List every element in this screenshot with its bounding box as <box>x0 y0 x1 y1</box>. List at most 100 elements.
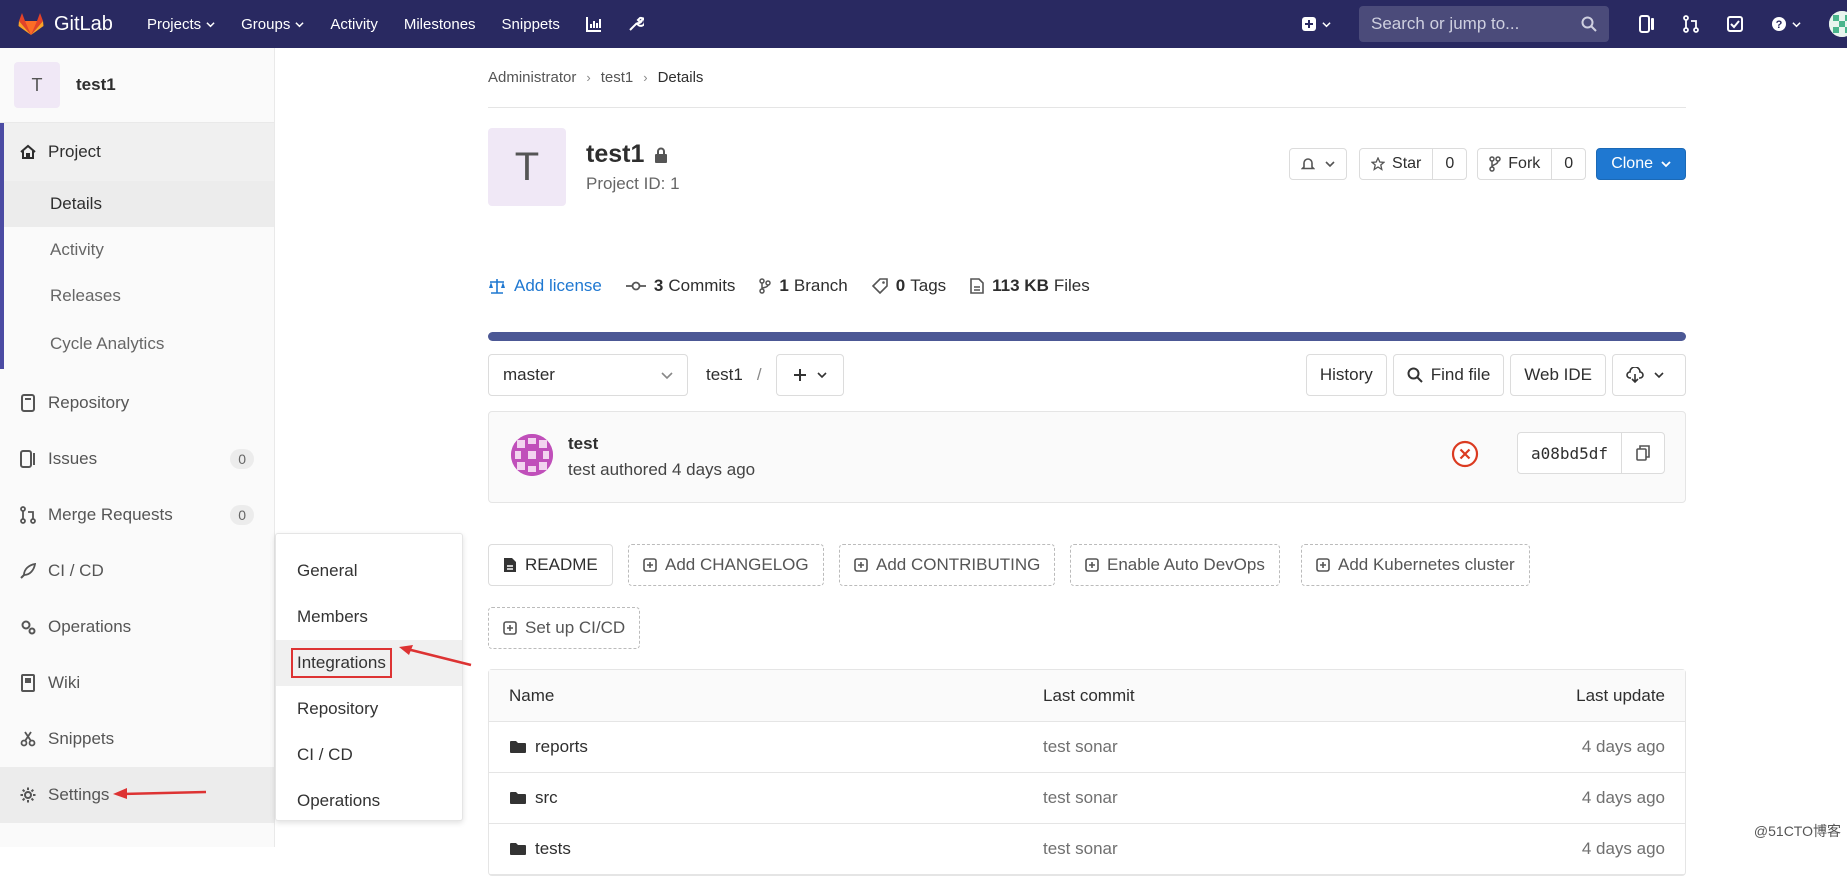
plus-square-icon <box>503 621 517 635</box>
merge-request-icon[interactable] <box>1683 15 1699 33</box>
commits-link[interactable]: 3Commits <box>626 276 736 296</box>
breadcrumb: Administrator › test1 › Details <box>488 48 1686 108</box>
sidebar-item-wiki[interactable]: Wiki <box>0 655 274 711</box>
download-dropdown[interactable] <box>1612 354 1686 396</box>
nav-projects[interactable]: Projects <box>147 0 215 48</box>
user-avatar[interactable] <box>1829 11 1847 37</box>
header-last-commit: Last commit <box>1043 686 1135 706</box>
pipeline-failed-icon[interactable] <box>1451 440 1479 468</box>
flyout-item-general[interactable]: General <box>276 548 462 594</box>
breadcrumb-administrator[interactable]: Administrator <box>488 69 576 86</box>
sidebar-item-issues[interactable]: Issues 0 <box>0 431 274 487</box>
file-icon <box>970 278 984 294</box>
file-name: reports <box>535 737 588 757</box>
flyout-item-repository[interactable]: Repository <box>276 686 462 732</box>
sidebar-item-snippets[interactable]: Snippets <box>0 711 274 767</box>
commit-title[interactable]: test <box>568 434 598 454</box>
todo-icon[interactable] <box>1727 16 1743 32</box>
chart-icon[interactable] <box>586 0 602 48</box>
nav-activity[interactable]: Activity <box>330 0 378 48</box>
sidebar-subitem-details[interactable]: Details <box>4 181 274 227</box>
lock-icon <box>654 147 668 163</box>
commit-icon <box>626 280 646 292</box>
main-content: Administrator › test1 › Details T test1 … <box>488 48 1686 234</box>
sidebar-subitem-cycle-analytics[interactable]: Cycle Analytics <box>4 319 274 369</box>
sidebar-item-merge-requests[interactable]: Merge Requests 0 <box>0 487 274 543</box>
flyout-item-integrations-label: Integrations <box>291 648 392 678</box>
commit-sha[interactable]: a08bd5df <box>1518 433 1622 473</box>
help-icon: ? <box>1771 16 1787 32</box>
branch-name: master <box>503 365 555 385</box>
enable-auto-devops-button[interactable]: Enable Auto DevOps <box>1070 544 1280 586</box>
wrench-icon[interactable] <box>628 0 644 48</box>
scale-icon <box>488 278 506 294</box>
file-name-cell[interactable]: reports <box>509 737 588 757</box>
fork-count[interactable]: 0 <box>1551 149 1585 179</box>
file-name-cell[interactable]: src <box>509 788 558 808</box>
commits-label: Commits <box>668 276 735 296</box>
project-action-buttons: Star 0 Fork 0 Clone <box>1289 148 1686 180</box>
setup-ci-cd-button[interactable]: Set up CI/CD <box>488 607 640 649</box>
star-count[interactable]: 0 <box>1432 149 1466 179</box>
star-button[interactable]: Star 0 <box>1359 148 1467 180</box>
sidebar-item-ci-cd[interactable]: CI / CD <box>0 543 274 599</box>
flyout-item-members[interactable]: Members <box>276 594 462 640</box>
sidebar-item-repository[interactable]: Repository <box>0 375 274 431</box>
file-name: src <box>535 788 558 808</box>
sidebar-project-header[interactable]: T test1 <box>0 48 274 123</box>
sidebar-item-operations[interactable]: Operations <box>0 599 274 655</box>
search-input[interactable]: Search or jump to... <box>1359 6 1609 42</box>
last-commit-box: test test authored 4 days ago a08bd5df <box>488 411 1686 503</box>
branches-link[interactable]: 1Branch <box>759 276 847 296</box>
header-name: Name <box>509 686 554 706</box>
new-item-dropdown[interactable] <box>1301 16 1331 32</box>
copy-sha-button[interactable] <box>1622 433 1664 473</box>
files-link[interactable]: 113 KBFiles <box>970 276 1090 296</box>
commit-author-avatar[interactable] <box>511 434 553 476</box>
nav-snippets[interactable]: Snippets <box>502 0 560 48</box>
add-to-tree-dropdown[interactable] <box>776 354 844 396</box>
file-name-cell[interactable]: tests <box>509 839 571 859</box>
repository-language-bar <box>488 332 1686 341</box>
sidebar-item-project[interactable]: Project <box>4 123 274 181</box>
breadcrumb-project[interactable]: test1 <box>601 69 634 86</box>
chevron-down-icon <box>1661 159 1671 169</box>
table-row[interactable]: reports test sonar 4 days ago <box>489 722 1685 773</box>
flyout-item-ci-cd[interactable]: CI / CD <box>276 732 462 778</box>
rocket-icon <box>20 563 36 579</box>
gitlab-logo[interactable]: GitLab <box>18 12 113 36</box>
web-ide-button[interactable]: Web IDE <box>1510 354 1606 396</box>
project-stats: Add license 3Commits 1Branch 0Tags 113 K… <box>488 276 1114 296</box>
path-root[interactable]: test1 <box>706 365 743 385</box>
project-avatar: T <box>14 62 60 108</box>
sidebar-project-name: test1 <box>76 75 116 95</box>
table-row[interactable]: tests test sonar 4 days ago <box>489 824 1685 875</box>
help-dropdown[interactable]: ? <box>1771 16 1801 32</box>
readme-button[interactable]: README <box>488 544 613 586</box>
file-last-commit[interactable]: test sonar <box>1043 839 1118 859</box>
find-file-button[interactable]: Find file <box>1393 354 1505 396</box>
file-last-commit[interactable]: test sonar <box>1043 737 1118 757</box>
notification-dropdown[interactable] <box>1289 148 1347 180</box>
clone-button[interactable]: Clone <box>1596 148 1686 180</box>
nav-groups[interactable]: Groups <box>241 0 304 48</box>
fork-button[interactable]: Fork 0 <box>1477 148 1586 180</box>
add-kubernetes-cluster-button[interactable]: Add Kubernetes cluster <box>1301 544 1530 586</box>
sidebar-subitem-activity[interactable]: Activity <box>4 227 274 273</box>
add-contributing-button[interactable]: Add CONTRIBUTING <box>839 544 1055 586</box>
search-icon <box>1581 16 1597 32</box>
sidebar-subitem-releases[interactable]: Releases <box>4 273 274 319</box>
breadcrumb-current[interactable]: Details <box>658 69 704 86</box>
nav-milestones[interactable]: Milestones <box>404 0 476 48</box>
add-license-link[interactable]: Add license <box>488 276 602 296</box>
tags-link[interactable]: 0Tags <box>872 276 946 296</box>
add-changelog-button[interactable]: Add CHANGELOG <box>628 544 824 586</box>
table-row[interactable]: src test sonar 4 days ago <box>489 773 1685 824</box>
sidebar-toggle-icon[interactable] <box>1639 15 1655 33</box>
scissors-icon <box>20 731 36 747</box>
branch-dropdown[interactable]: master <box>488 354 688 396</box>
sidebar-item-label: Merge Requests <box>48 505 173 525</box>
file-last-commit[interactable]: test sonar <box>1043 788 1118 808</box>
flyout-item-operations[interactable]: Operations <box>276 778 462 824</box>
history-button[interactable]: History <box>1306 354 1387 396</box>
